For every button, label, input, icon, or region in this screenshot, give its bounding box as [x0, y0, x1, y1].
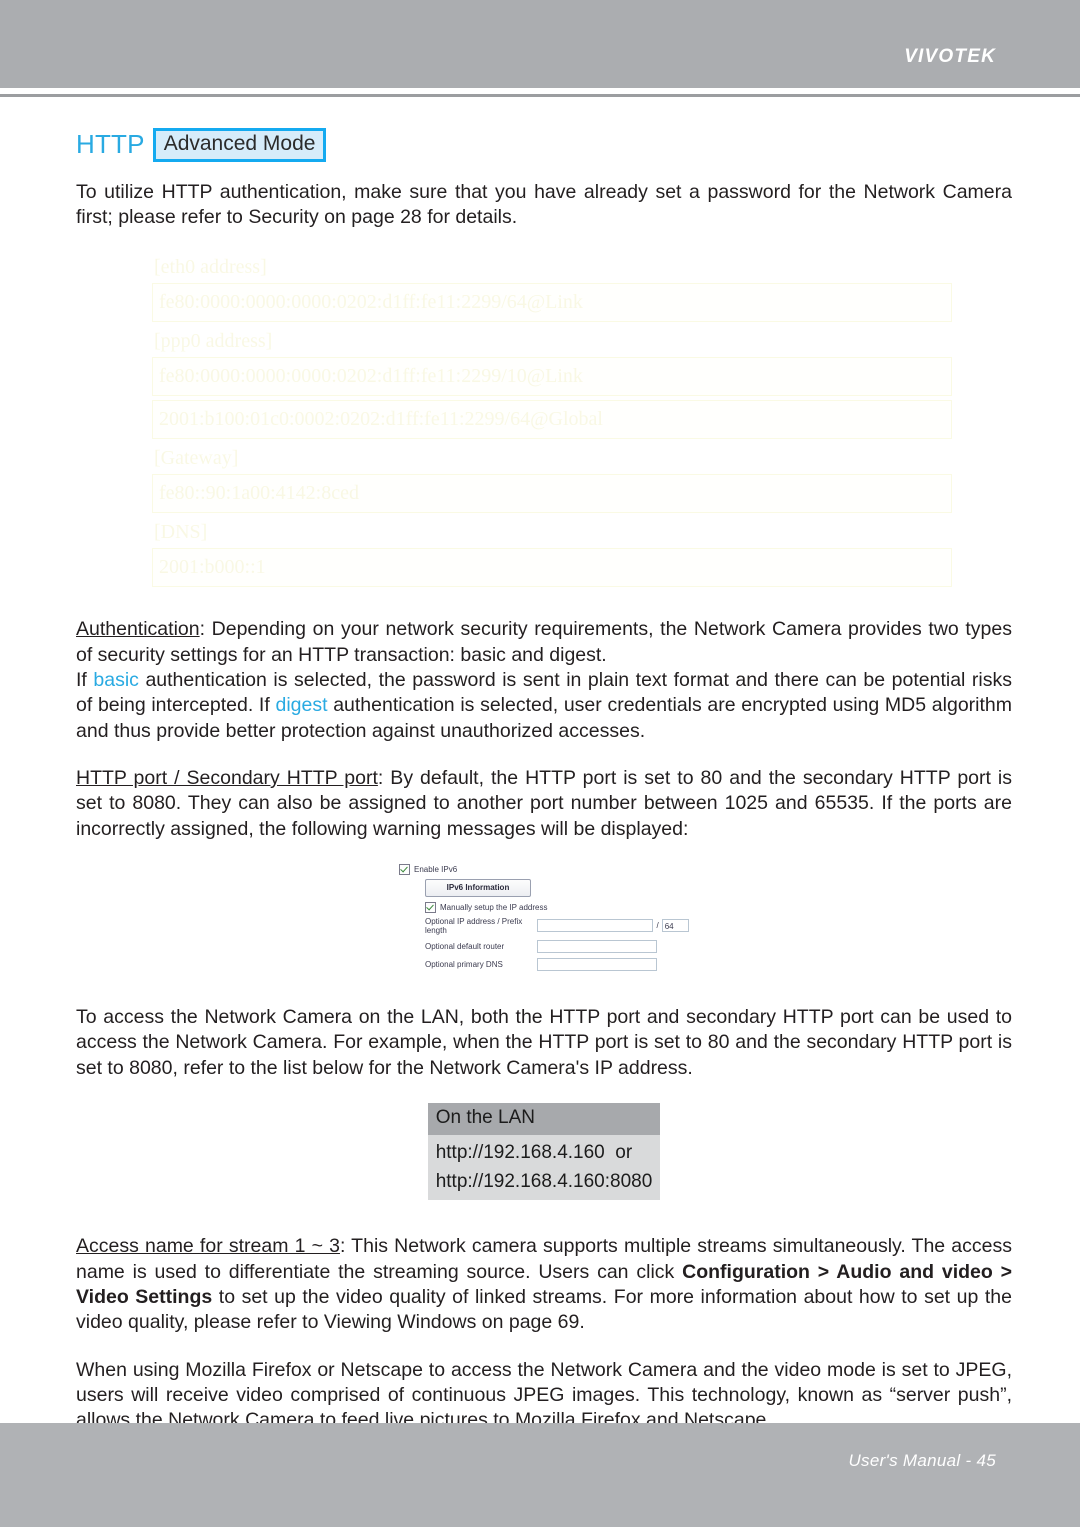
ppp0-address-link: fe80:0000:0000:0000:0202:d1ff:fe11:2299/…: [152, 357, 952, 397]
table-header-row: On the LAN: [427, 1102, 661, 1135]
default-router-input[interactable]: [537, 939, 657, 953]
ppp0-address-global: 2001:b100:01c0:0002:0202:d1ff:fe11:2299/…: [152, 400, 952, 440]
table-row: http://192.168.4.160 or: [427, 1134, 661, 1168]
primary-dns-input[interactable]: [537, 957, 657, 971]
intro-paragraph: To utilize HTTP authentication, make sur…: [76, 180, 1012, 228]
authentication-paragraph: Authentication: Depending on your networ…: [76, 617, 1012, 744]
vivotek-logo: VIVOTEK: [904, 46, 996, 67]
manual-setup-label: Manually setup the IP address: [440, 902, 548, 912]
footer-manual-label: User's Manual - 45: [848, 1451, 996, 1470]
ip-address-input[interactable]: [537, 919, 654, 933]
page-footer: User's Manual - 45: [0, 1423, 1080, 1527]
auth-digest-keyword: digest: [275, 694, 328, 717]
default-router-field-row: Optional default router: [425, 939, 689, 953]
page-title: HTTP: [76, 129, 145, 160]
stream-access-paragraph: Access name for stream 1 ~ 3: This Netwo…: [76, 1234, 1012, 1335]
http-port-paragraph: HTTP port / Secondary HTTP port: By defa…: [76, 766, 1012, 842]
prefix-length-input[interactable]: 64: [661, 919, 689, 933]
primary-dns-field-row: Optional primary DNS: [425, 957, 689, 971]
enable-ipv6-checkbox[interactable]: [399, 863, 410, 875]
lan-access-paragraph: To access the Network Camera on the LAN,…: [76, 1005, 1012, 1079]
ipv6-settings-screenshot: Enable IPv6 IPv6 Information Manually se…: [399, 863, 689, 971]
table-row: http://192.168.4.160:8080: [427, 1167, 661, 1201]
ppp0-label: [ppp0 address]: [154, 330, 273, 353]
advanced-mode-badge: Advanced Mode: [152, 128, 327, 162]
on-the-lan-table: On the LAN http://192.168.4.160 or http:…: [427, 1102, 661, 1201]
gateway-address: fe80::90:1a00:4142:8ced: [152, 474, 952, 514]
section-heading: HTTP Advanced Mode: [76, 128, 1012, 162]
page-header: VIVOTEK: [0, 0, 1080, 88]
ip-prefix-field-row: Optional IP address / Prefix length / 64: [425, 917, 689, 935]
ipv6-information-button[interactable]: IPv6 Information: [425, 878, 531, 897]
on-the-lan-header: On the LAN: [427, 1102, 661, 1135]
enable-ipv6-row[interactable]: Enable IPv6: [399, 863, 689, 875]
manual-setup-row[interactable]: Manually setup the IP address: [425, 901, 689, 913]
lan-url-secondary: http://192.168.4.160:8080: [427, 1167, 661, 1201]
header-divider: [0, 94, 1080, 97]
enable-ipv6-label: Enable IPv6: [414, 864, 458, 874]
authentication-body: : Depending on your network security req…: [76, 618, 1012, 666]
primary-dns-label: Optional primary DNS: [425, 959, 503, 969]
http-port-label: HTTP port / Secondary HTTP port: [76, 766, 378, 789]
dns-address: 2001:b000::1: [152, 548, 952, 588]
prefix-slash: /: [656, 921, 659, 931]
eth0-label: [eth0 address]: [154, 256, 267, 279]
stream-access-label: Access name for stream 1 ~ 3: [76, 1235, 340, 1258]
eth0-address: fe80:0000:0000:0000:0202:d1ff:fe11:2299/…: [152, 283, 952, 323]
manual-setup-checkbox[interactable]: [425, 901, 436, 913]
ipv6-information-capture: [eth0 address] fe80:0000:0000:0000:0202:…: [152, 252, 952, 588]
ip-prefix-label: Optional IP address / Prefix length: [425, 916, 523, 935]
lan-url-primary: http://192.168.4.160 or: [427, 1134, 661, 1168]
stream-access-body-b: to set up the video quality of linked st…: [76, 1286, 1012, 1334]
authentication-label: Authentication: [76, 618, 200, 641]
auth-basic-prefix: If: [76, 668, 94, 691]
auth-basic-keyword: basic: [93, 668, 139, 691]
dns-label: [DNS]: [154, 521, 208, 544]
gateway-label: [Gateway]: [154, 447, 239, 470]
default-router-label: Optional default router: [425, 941, 505, 951]
page-content: HTTP Advanced Mode To utilize HTTP authe…: [76, 128, 1012, 1456]
